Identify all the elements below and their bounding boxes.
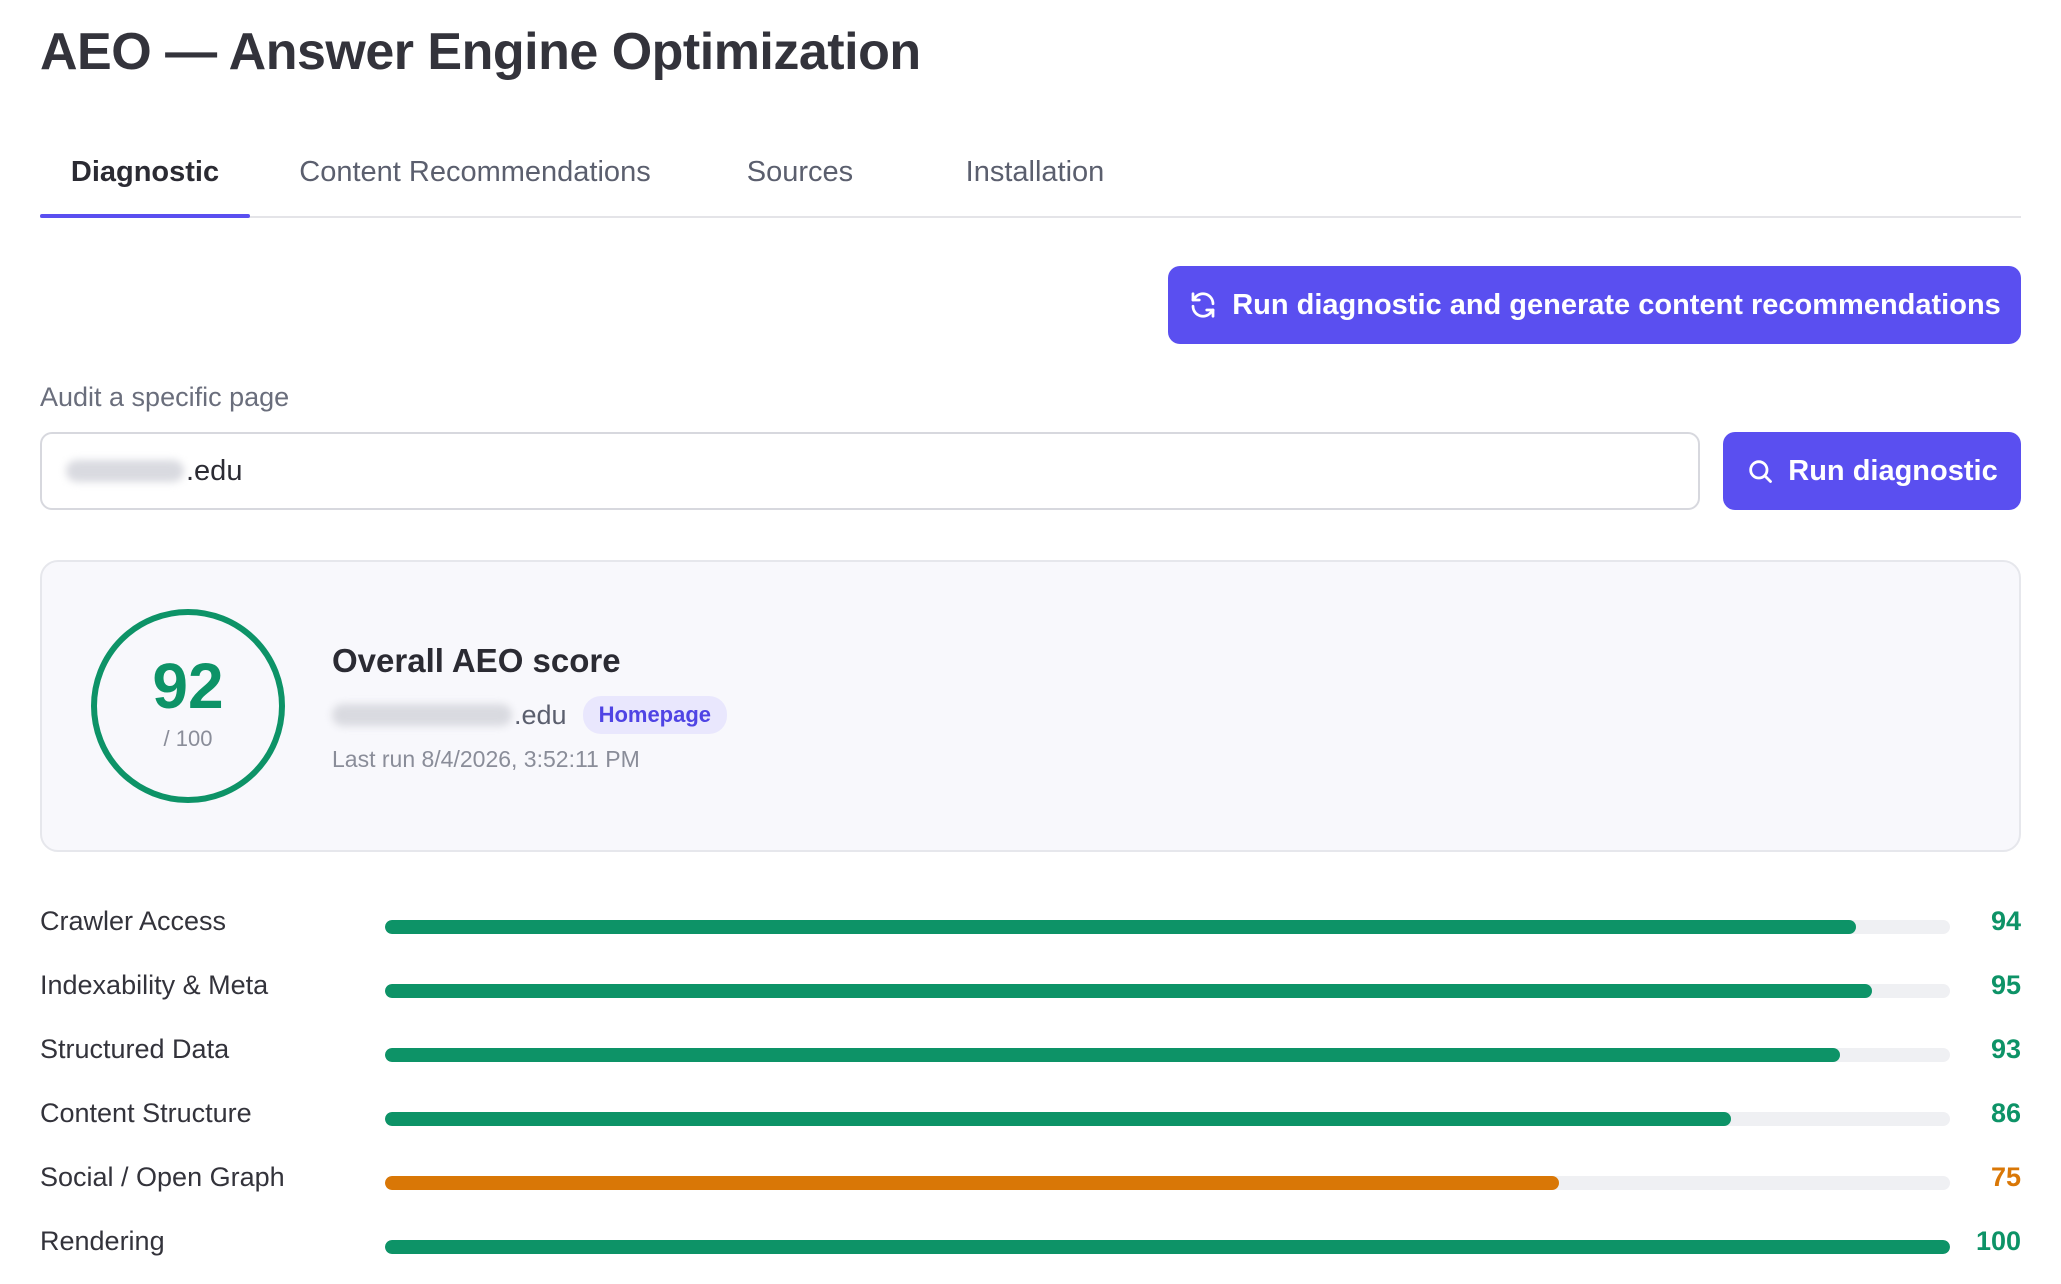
metric-label: Rendering (40, 1226, 165, 1256)
tab-installation[interactable]: Installation (940, 148, 1130, 218)
audit-url-input[interactable]: .edu (40, 432, 1700, 510)
metric-bar-fill (385, 920, 1857, 934)
page-title: AEO — Answer Engine Optimization (40, 23, 921, 81)
metric-label: Indexability & Meta (40, 970, 269, 1000)
metric-label: Crawler Access (40, 906, 227, 936)
metric-bar-track (385, 1176, 1950, 1190)
metric-row: Structured Data 93 (40, 1034, 2021, 1074)
redacted-text (66, 460, 184, 482)
score-url-row: .edu Homepage (332, 696, 728, 734)
metric-value: 75 (1990, 1162, 2021, 1192)
metric-bar-fill (385, 984, 1872, 998)
score-max: / 100 (163, 726, 213, 751)
refresh-icon (1191, 292, 1215, 318)
run-diagnostic-label: Run diagnostic (1788, 454, 1998, 487)
run-diagnostic-generate-label: Run diagnostic and generate content reco… (1232, 288, 2001, 321)
metric-value: 95 (1990, 970, 2021, 1000)
tab-content-recommendations[interactable]: Content Recommendations (290, 148, 660, 218)
score-url: .edu (514, 699, 567, 730)
metric-label: Social / Open Graph (40, 1162, 285, 1192)
metric-label: Structured Data (40, 1034, 230, 1064)
metric-value: 100 (1975, 1226, 2021, 1256)
metric-row: Social / Open Graph 75 (40, 1162, 2021, 1202)
metric-row: Indexability & Meta 95 (40, 970, 2021, 1010)
metric-bar-fill (385, 1240, 1950, 1254)
last-run-timestamp: Last run 8/4/2026, 3:52:11 PM (332, 746, 640, 772)
metric-row: Content Structure 86 (40, 1098, 2021, 1138)
metric-bar-track (385, 984, 1950, 998)
metric-label: Content Structure (40, 1098, 252, 1128)
overall-score-card: 92 / 100 Overall AEO score .edu Homepage… (40, 560, 2021, 852)
metric-value: 93 (1990, 1034, 2021, 1064)
audit-page-label: Audit a specific page (40, 382, 290, 412)
score-title: Overall AEO score (332, 642, 621, 679)
metric-bar-fill (385, 1176, 1559, 1190)
page-type-badge: Homepage (582, 696, 728, 734)
tab-bar: Diagnostic Content Recommendations Sourc… (40, 148, 2021, 218)
metric-row: Crawler Access 94 (40, 906, 2021, 946)
search-icon (1749, 460, 1773, 483)
audit-url-value: .edu (186, 454, 243, 487)
score-value: 92 (152, 650, 224, 722)
run-diagnostic-button[interactable]: Run diagnostic (1723, 432, 2021, 510)
metric-bar-track (385, 1240, 1950, 1254)
redacted-text (332, 704, 512, 726)
metric-value: 94 (1990, 906, 2021, 936)
metric-bar-track (385, 920, 1950, 934)
run-diagnostic-generate-button[interactable]: Run diagnostic and generate content reco… (1168, 266, 2021, 344)
metric-row: Rendering 100 (40, 1226, 2021, 1266)
tab-diagnostic[interactable]: Diagnostic (40, 148, 250, 218)
active-tab-indicator (40, 214, 250, 218)
metric-bar-track (385, 1048, 1950, 1062)
metric-bar-fill (385, 1112, 1731, 1126)
metric-value: 86 (1990, 1098, 2021, 1128)
metric-bar-fill (385, 1048, 1841, 1062)
aeo-page: AEO — Answer Engine Optimization Diagnos… (0, 0, 2061, 1284)
tab-sources[interactable]: Sources (720, 148, 880, 218)
metric-bar-track (385, 1112, 1950, 1126)
